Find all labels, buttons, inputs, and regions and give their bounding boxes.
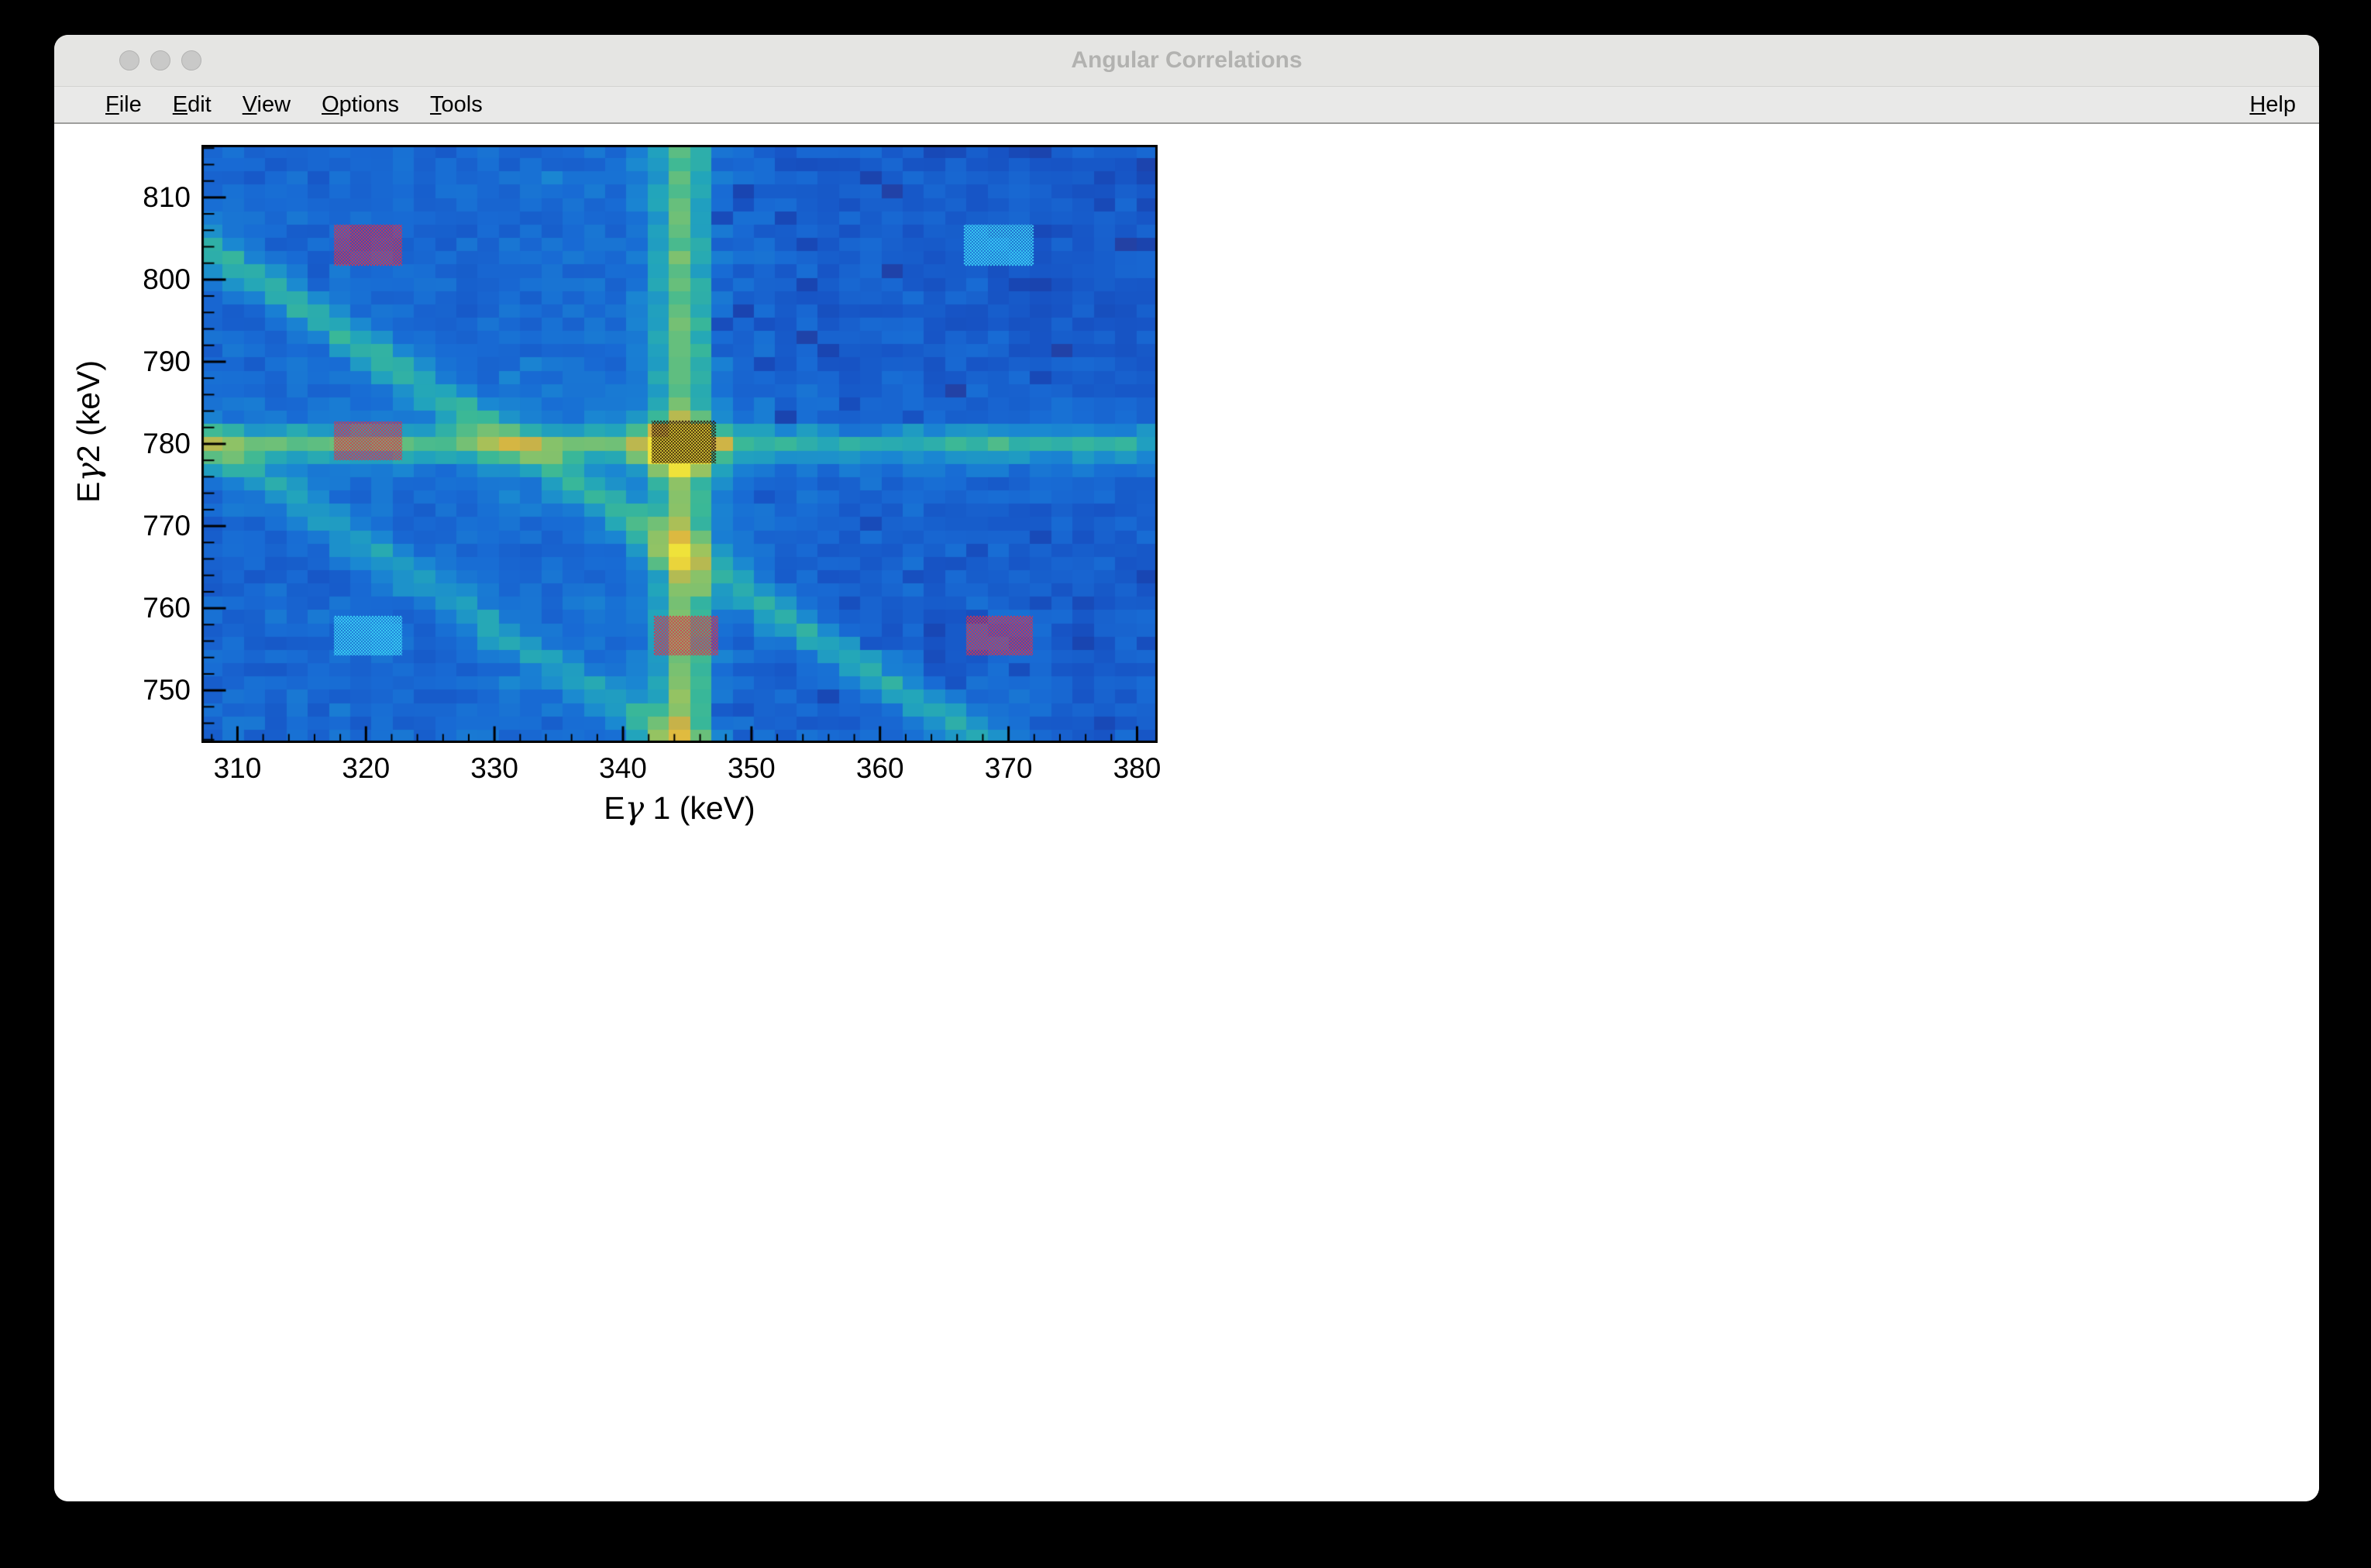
- menu-help[interactable]: Help: [2249, 88, 2296, 122]
- minimize-button[interactable]: [150, 50, 170, 70]
- menu-edit[interactable]: Edit: [173, 88, 212, 122]
- gamma-gamma-matrix-plot: 3103203303403503603703807507607707807908…: [201, 145, 1158, 743]
- y-tick-label: 750: [105, 674, 191, 707]
- screen: { "window": { "title": "Angular Correlat…: [0, 0, 2371, 1568]
- y-tick-label: 800: [105, 263, 191, 296]
- traffic-lights: [119, 35, 201, 86]
- menu-options[interactable]: Options: [322, 88, 399, 122]
- y-tick-label: 790: [105, 346, 191, 378]
- heatmap-canvas[interactable]: [201, 145, 1158, 743]
- x-tick-label: 380: [1082, 752, 1191, 785]
- y-tick-label: 810: [105, 181, 191, 214]
- close-button[interactable]: [119, 50, 139, 70]
- menu-tools[interactable]: Tools: [430, 88, 483, 122]
- x-axis-title: Eγ 1 (keV): [201, 789, 1158, 827]
- x-tick-label: 310: [183, 752, 291, 785]
- menu-bar: File Edit View Options Tools Help: [54, 87, 2319, 124]
- menu-file[interactable]: File: [105, 88, 142, 122]
- x-tick-label: 320: [311, 752, 420, 785]
- x-tick-label: 350: [697, 752, 806, 785]
- x-tick-label: 360: [826, 752, 934, 785]
- window-title: Angular Correlations: [54, 47, 2319, 74]
- x-tick-label: 370: [955, 752, 1063, 785]
- y-axis-title: Eγ 2 (keV): [69, 315, 108, 548]
- x-tick-label: 340: [569, 752, 677, 785]
- menu-view[interactable]: View: [243, 88, 291, 122]
- zoom-button[interactable]: [181, 50, 201, 70]
- x-tick-label: 330: [440, 752, 549, 785]
- y-tick-label: 760: [105, 592, 191, 624]
- title-bar: Angular Correlations: [54, 35, 2319, 87]
- app-window: Angular Correlations File Edit View Opti…: [54, 35, 2319, 1501]
- canvas-area: 310 320 330 340 350 360 370 380 750 760 770 780 790 8…: [54, 124, 2319, 1501]
- y-tick-label: 770: [105, 510, 191, 542]
- y-tick-label: 780: [105, 428, 191, 460]
